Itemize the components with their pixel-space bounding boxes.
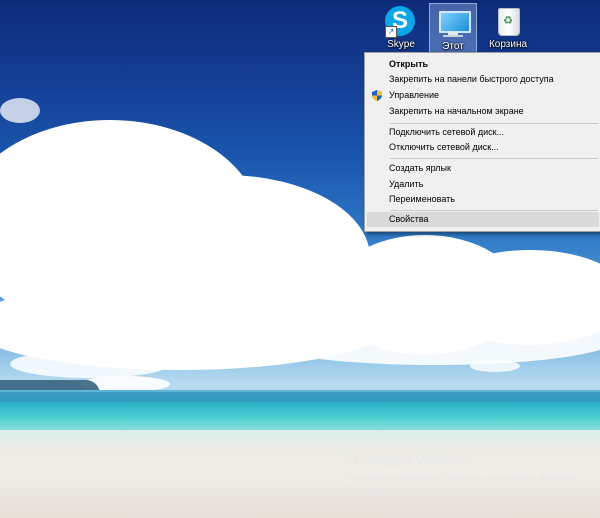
wallpaper-cloud [470, 360, 520, 372]
wallpaper-cloud [0, 98, 40, 123]
menu-separator [390, 210, 598, 211]
menu-item-map-network-drive[interactable]: Подключить сетевой диск... [367, 125, 599, 140]
wallpaper-cloud [10, 350, 170, 378]
context-menu: Открыть Закрепить на панели быстрого дос… [364, 52, 600, 232]
activation-watermark-title: Активация Windows [344, 452, 474, 468]
menu-item-rename[interactable]: Переименовать [367, 192, 599, 207]
menu-item-delete[interactable]: Удалить [367, 177, 599, 192]
wallpaper-horizon [0, 392, 600, 402]
menu-item-disconnect-network-drive[interactable]: Отключить сетевой диск... [367, 140, 599, 155]
wallpaper-cloud [250, 310, 600, 365]
menu-separator [390, 158, 598, 159]
menu-separator [390, 123, 598, 124]
this-pc-icon [437, 8, 471, 40]
menu-item-manage[interactable]: Управление [367, 88, 599, 103]
desktop-icon-recycle-bin[interactable]: ♻ Корзина [485, 2, 531, 50]
desktop-icon-skype[interactable]: S ↗ Skype [378, 2, 424, 50]
uac-shield-icon [372, 90, 382, 101]
menu-item-open[interactable]: Открыть [367, 57, 599, 72]
menu-item-pin-start[interactable]: Закрепить на начальном экране [367, 104, 599, 119]
desktop-icon-label: Этот [442, 41, 464, 52]
menu-item-pin-quick-access[interactable]: Закрепить на панели быстрого доступа [367, 72, 599, 87]
desktop-icon-label: Корзина [488, 39, 528, 50]
activation-watermark-text: Чтобы активировать Windows, перейдите в … [344, 472, 581, 497]
menu-item-label: Управление [389, 90, 440, 100]
menu-item-create-shortcut[interactable]: Создать ярлык [367, 161, 599, 176]
recycle-bin-icon: ♻ [492, 6, 524, 38]
desktop-icon-this-pc[interactable]: Этот [429, 3, 477, 53]
menu-item-properties[interactable]: Свойства [367, 212, 599, 227]
shortcut-arrow-icon: ↗ [385, 26, 397, 38]
desktop-icon-label: Skype [387, 39, 415, 50]
skype-icon: S ↗ [385, 6, 417, 38]
